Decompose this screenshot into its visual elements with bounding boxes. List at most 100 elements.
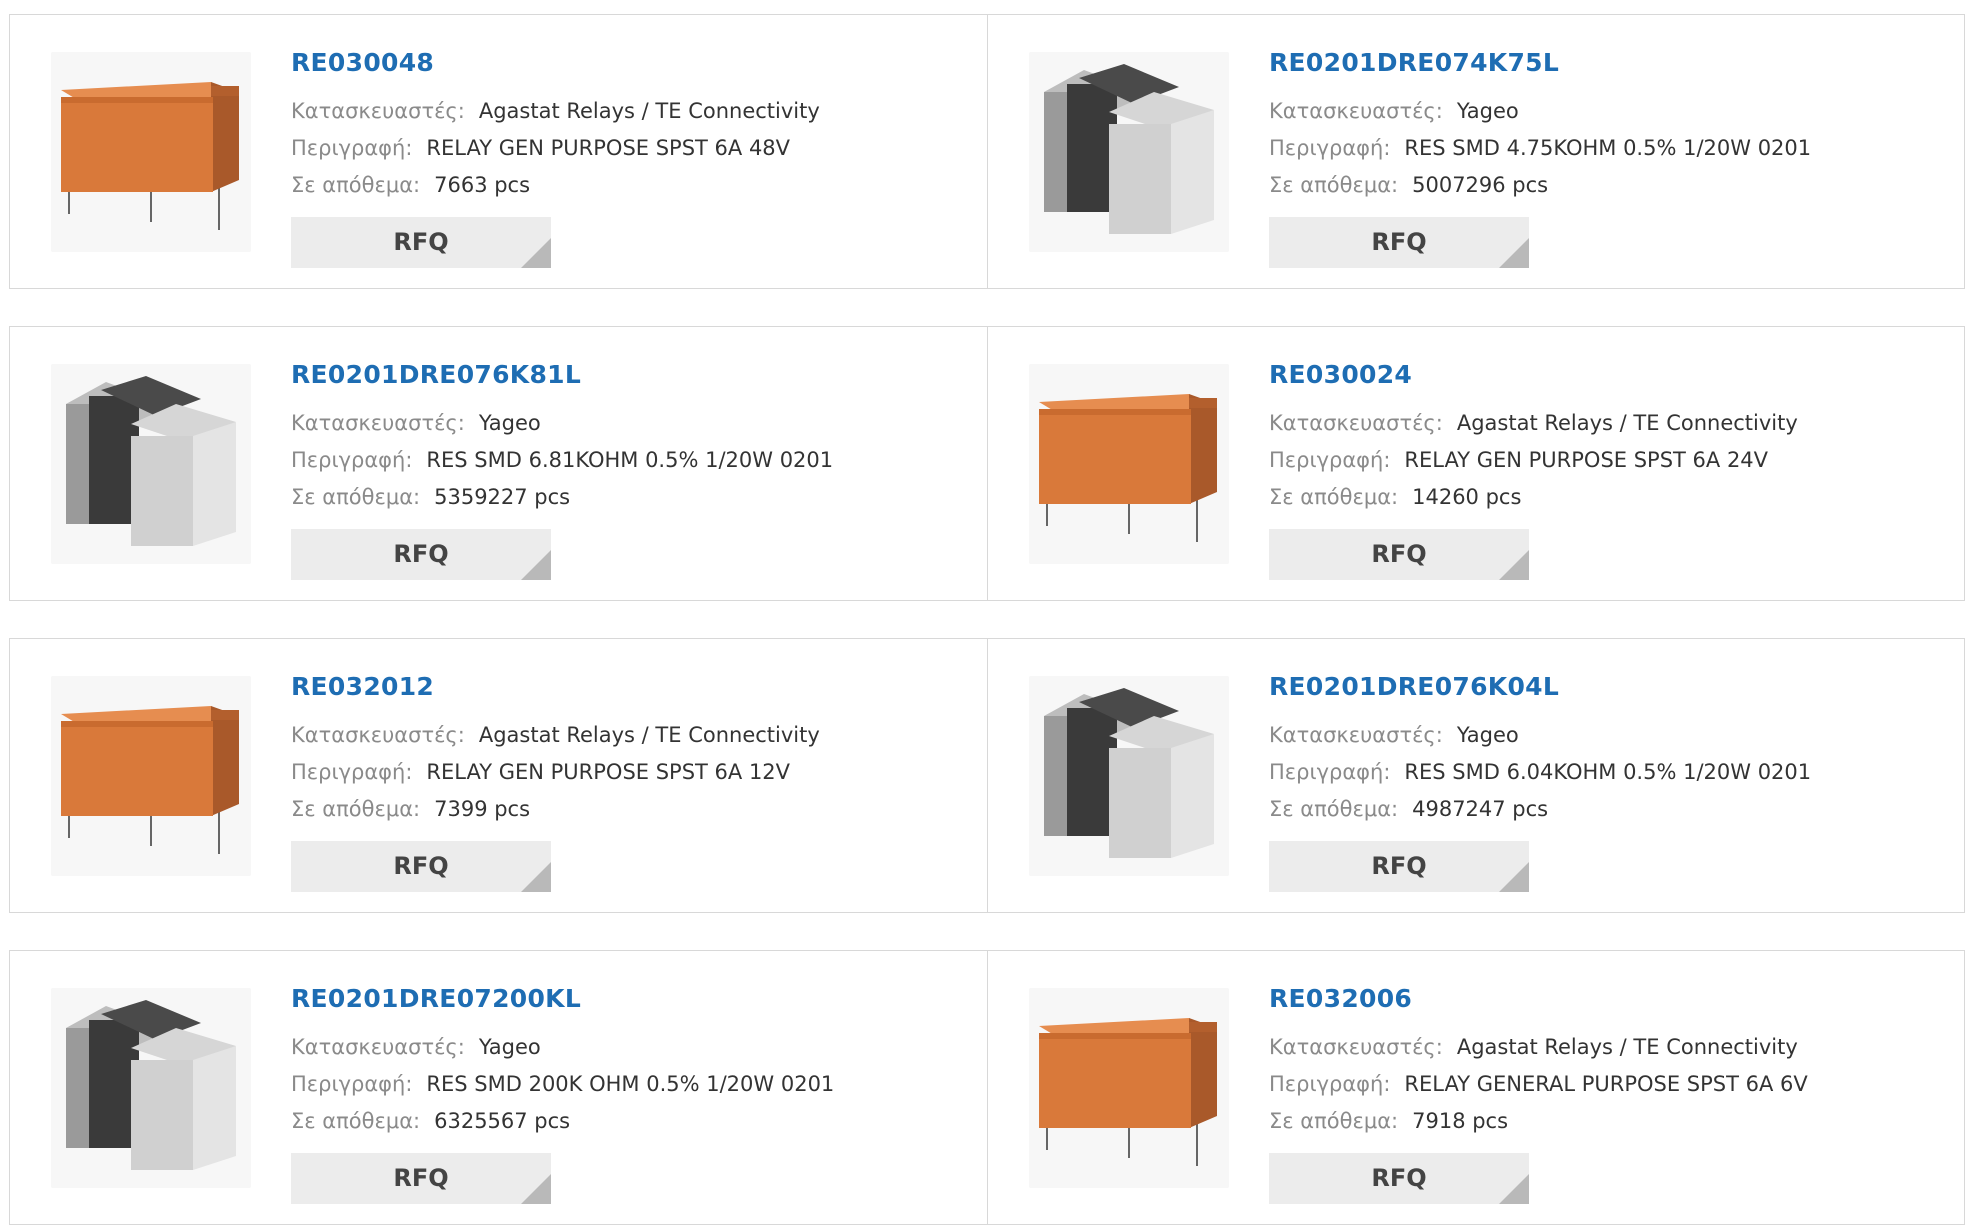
- stock-label: Σε απόθεμα:: [291, 485, 421, 509]
- stock-value: 14260 pcs: [1412, 485, 1522, 509]
- product-card: RE0201DRE074K75L Κατασκευαστές: Yageo Περ…: [988, 14, 1965, 289]
- product-part-number-link[interactable]: RE032006: [1269, 984, 1808, 1013]
- description-value: RES SMD 200K OHM 0.5% 1/20W 0201: [426, 1072, 835, 1096]
- stock-value: 6325567 pcs: [434, 1109, 571, 1133]
- rfq-button[interactable]: RFQ: [291, 841, 551, 892]
- product-part-number-link[interactable]: RE030048: [291, 48, 820, 77]
- resistor-icon: [1029, 676, 1229, 876]
- product-grid: RE030048 Κατασκευαστές: Agastat Relays / …: [9, 14, 1965, 1225]
- corner-triangle-icon: [1499, 862, 1529, 892]
- description-label: Περιγραφή:: [1269, 760, 1391, 784]
- stock-value: 7399 pcs: [434, 797, 531, 821]
- description-value: RES SMD 4.75KOHM 0.5% 1/20W 0201: [1404, 136, 1812, 160]
- rfq-button-label: RFQ: [393, 1164, 449, 1192]
- stock-label: Σε απόθεμα:: [291, 173, 421, 197]
- manufacturer-label: Κατασκευαστές:: [291, 99, 465, 123]
- rfq-button[interactable]: RFQ: [1269, 841, 1529, 892]
- relay-icon: [51, 676, 251, 876]
- description-label: Περιγραφή:: [1269, 1072, 1391, 1096]
- stock-value: 7663 pcs: [434, 173, 531, 197]
- rfq-button-label: RFQ: [1371, 228, 1427, 256]
- product-card: RE0201DRE076K81L Κατασκευαστές: Yageo Περ…: [9, 326, 988, 601]
- corner-triangle-icon: [1499, 550, 1529, 580]
- description-label: Περιγραφή:: [1269, 136, 1391, 160]
- description-label: Περιγραφή:: [291, 136, 413, 160]
- product-image[interactable]: [51, 988, 251, 1188]
- description-label: Περιγραφή:: [1269, 448, 1391, 472]
- product-part-number-link[interactable]: RE032012: [291, 672, 820, 701]
- stock-label: Σε απόθεμα:: [1269, 173, 1399, 197]
- product-image[interactable]: [51, 364, 251, 564]
- manufacturer-label: Κατασκευαστές:: [291, 723, 465, 747]
- product-image[interactable]: [51, 676, 251, 876]
- product-image[interactable]: [1029, 676, 1229, 876]
- description-value: RELAY GEN PURPOSE SPST 6A 24V: [1404, 448, 1769, 472]
- stock-label: Σε απόθεμα:: [291, 797, 421, 821]
- description-value: RES SMD 6.81KOHM 0.5% 1/20W 0201: [426, 448, 834, 472]
- manufacturer-value: Agastat Relays / TE Connectivity: [1456, 411, 1798, 435]
- rfq-button-label: RFQ: [1371, 852, 1427, 880]
- rfq-button[interactable]: RFQ: [1269, 217, 1529, 268]
- manufacturer-value: Yageo: [478, 1035, 541, 1059]
- product-part-number-link[interactable]: RE0201DRE07200KL: [291, 984, 834, 1013]
- description-value: RELAY GEN PURPOSE SPST 6A 12V: [426, 760, 791, 784]
- manufacturer-value: Agastat Relays / TE Connectivity: [478, 723, 820, 747]
- resistor-icon: [51, 988, 251, 1188]
- rfq-button[interactable]: RFQ: [1269, 529, 1529, 580]
- rfq-button[interactable]: RFQ: [291, 217, 551, 268]
- product-card: RE0201DRE076K04L Κατασκευαστές: Yageo Περ…: [988, 638, 1965, 913]
- manufacturer-label: Κατασκευαστές:: [1269, 99, 1443, 123]
- stock-label: Σε απόθεμα:: [1269, 485, 1399, 509]
- rfq-button-label: RFQ: [393, 852, 449, 880]
- rfq-button-label: RFQ: [393, 540, 449, 568]
- product-part-number-link[interactable]: RE0201DRE076K04L: [1269, 672, 1811, 701]
- stock-label: Σε απόθεμα:: [1269, 797, 1399, 821]
- manufacturer-label: Κατασκευαστές:: [1269, 1035, 1443, 1059]
- description-value: RELAY GEN PURPOSE SPST 6A 48V: [426, 136, 791, 160]
- product-part-number-link[interactable]: RE030024: [1269, 360, 1798, 389]
- manufacturer-value: Yageo: [478, 411, 541, 435]
- stock-value: 5007296 pcs: [1412, 173, 1549, 197]
- stock-value: 5359227 pcs: [434, 485, 571, 509]
- product-image[interactable]: [51, 52, 251, 252]
- product-image[interactable]: [1029, 52, 1229, 252]
- rfq-button[interactable]: RFQ: [291, 529, 551, 580]
- rfq-button-label: RFQ: [1371, 540, 1427, 568]
- corner-triangle-icon: [521, 862, 551, 892]
- rfq-button-label: RFQ: [393, 228, 449, 256]
- corner-triangle-icon: [521, 1174, 551, 1204]
- relay-icon: [1029, 364, 1229, 564]
- product-image[interactable]: [1029, 988, 1229, 1188]
- corner-triangle-icon: [1499, 238, 1529, 268]
- rfq-button[interactable]: RFQ: [291, 1153, 551, 1204]
- manufacturer-label: Κατασκευαστές:: [291, 1035, 465, 1059]
- product-card: RE032012 Κατασκευαστές: Agastat Relays / …: [9, 638, 988, 913]
- resistor-icon: [1029, 52, 1229, 252]
- description-value: RES SMD 6.04KOHM 0.5% 1/20W 0201: [1404, 760, 1812, 784]
- description-label: Περιγραφή:: [291, 1072, 413, 1096]
- manufacturer-label: Κατασκευαστές:: [291, 411, 465, 435]
- description-label: Περιγραφή:: [291, 448, 413, 472]
- corner-triangle-icon: [521, 238, 551, 268]
- resistor-icon: [51, 364, 251, 564]
- product-part-number-link[interactable]: RE0201DRE074K75L: [1269, 48, 1811, 77]
- product-card: RE0201DRE07200KL Κατασκευαστές: Yageo Περ…: [9, 950, 988, 1225]
- product-card: RE032006 Κατασκευαστές: Agastat Relays / …: [988, 950, 1965, 1225]
- corner-triangle-icon: [1499, 1174, 1529, 1204]
- relay-icon: [51, 52, 251, 252]
- description-label: Περιγραφή:: [291, 760, 413, 784]
- rfq-button[interactable]: RFQ: [1269, 1153, 1529, 1204]
- stock-label: Σε απόθεμα:: [1269, 1109, 1399, 1133]
- product-image[interactable]: [1029, 364, 1229, 564]
- manufacturer-value: Yageo: [1456, 99, 1519, 123]
- stock-value: 7918 pcs: [1412, 1109, 1509, 1133]
- manufacturer-label: Κατασκευαστές:: [1269, 723, 1443, 747]
- manufacturer-value: Yageo: [1456, 723, 1519, 747]
- description-value: RELAY GENERAL PURPOSE SPST 6A 6V: [1404, 1072, 1808, 1096]
- product-card: RE030048 Κατασκευαστές: Agastat Relays / …: [9, 14, 988, 289]
- corner-triangle-icon: [521, 550, 551, 580]
- stock-value: 4987247 pcs: [1412, 797, 1549, 821]
- stock-label: Σε απόθεμα:: [291, 1109, 421, 1133]
- product-part-number-link[interactable]: RE0201DRE076K81L: [291, 360, 833, 389]
- rfq-button-label: RFQ: [1371, 1164, 1427, 1192]
